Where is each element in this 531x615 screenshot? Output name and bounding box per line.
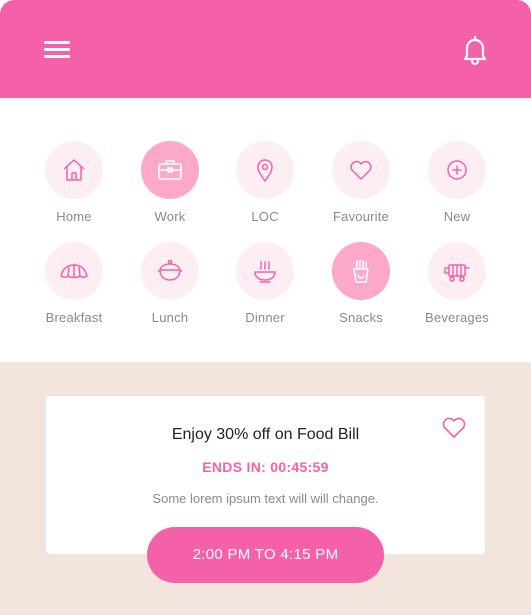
category-icon-circle [141, 242, 199, 300]
category-loc[interactable]: LOC [215, 141, 315, 231]
category-icon-circle [45, 141, 103, 199]
favorite-button[interactable] [441, 416, 467, 440]
heart-icon [350, 160, 372, 180]
category-icon-circle [332, 242, 390, 300]
category-label: Beverages [425, 310, 489, 325]
drink-cart-icon [444, 264, 470, 282]
category-icon-circle [428, 242, 486, 300]
heart-outline-icon [442, 417, 466, 438]
menu-button[interactable] [44, 38, 70, 62]
category-snacks[interactable]: Snacks [311, 242, 411, 332]
category-home[interactable]: Home [24, 141, 124, 231]
category-new[interactable]: New [407, 141, 507, 231]
category-label: Snacks [339, 310, 383, 325]
category-breakfast[interactable]: Breakfast [24, 242, 124, 332]
category-lunch[interactable]: Lunch [120, 242, 220, 332]
time-range-button[interactable]: 2:00 PM TO 4:15 PM [147, 527, 384, 583]
category-icon-circle [332, 141, 390, 199]
briefcase-icon [158, 160, 182, 180]
pot-icon [158, 259, 182, 281]
category-label: LOC [251, 209, 279, 224]
category-icon-circle [236, 141, 294, 199]
category-icon-circle [141, 141, 199, 199]
bowl-icon [254, 261, 276, 283]
app-header [0, 0, 531, 98]
menu-bar [44, 48, 70, 51]
promo-title: Enjoy 30% off on Food Bill [171, 426, 360, 443]
location-pin-icon [257, 159, 273, 182]
croissant-icon [60, 264, 88, 279]
category-icon-circle [236, 242, 294, 300]
category-label: Dinner [245, 310, 285, 325]
category-label: Breakfast [45, 310, 103, 325]
category-work[interactable]: Work [120, 141, 220, 231]
notifications-button[interactable] [460, 34, 490, 66]
category-label: Home [56, 209, 92, 224]
category-beverages[interactable]: Beverages [407, 242, 507, 332]
category-label: Lunch [151, 310, 189, 325]
app-screen: Home Work LOC Favourite New Breakfast Lu… [0, 0, 531, 615]
bell-icon [463, 35, 487, 66]
plus-circle-icon [447, 160, 467, 180]
category-icon-circle [45, 242, 103, 300]
category-dinner[interactable]: Dinner [215, 242, 315, 332]
category-icon-circle [428, 141, 486, 199]
promo-description: Some lorem ipsum text will will change. [152, 491, 379, 506]
menu-bar [44, 55, 70, 58]
menu-bar [44, 41, 70, 44]
category-favourite[interactable]: Favourite [311, 141, 411, 231]
promo-countdown: ENDS IN: 00:45:59 [202, 459, 329, 475]
category-label: New [443, 209, 471, 224]
category-label: Work [154, 209, 186, 224]
category-label: Favourite [333, 209, 389, 224]
category-grid: Home Work LOC Favourite New Breakfast Lu… [0, 98, 531, 362]
home-icon [63, 159, 85, 181]
fries-icon [353, 259, 369, 283]
